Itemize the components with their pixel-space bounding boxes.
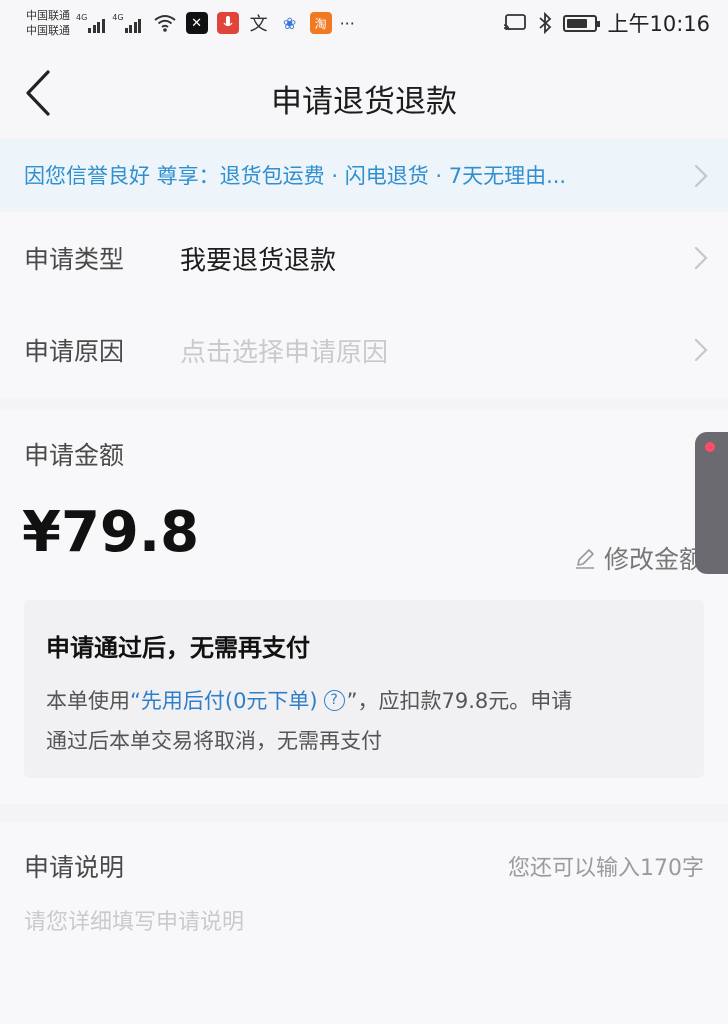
- description-textarea[interactable]: 请您详细填写申请说明: [24, 904, 704, 944]
- payment-notice-box: 申请通过后，无需再支付 本单使用“先用后付(0元下单)? ”，应扣款79.8元。申…: [24, 600, 704, 778]
- request-type-label: 申请类型: [24, 245, 125, 274]
- description-char-counter: 您还可以输入170字: [508, 856, 704, 881]
- chevron-right-icon: [694, 246, 708, 270]
- promo-banner[interactable]: 因您信誉良好 尊享：退货包运费 · 闪电退货 · 7天无理由...: [0, 140, 728, 210]
- request-form-section: 申请类型 我要退货退款 申请原因 点击选择申请原因: [0, 212, 728, 398]
- request-type-value: 我要退货退款: [180, 245, 337, 276]
- battery-icon: [563, 14, 601, 32]
- status-bar: 中国联通 中国联通 4G 4G ✕ 文 ❀ 淘 ··· 上午10:16: [0, 0, 728, 46]
- floating-side-handle[interactable]: [695, 432, 728, 574]
- microphone-icon: [216, 12, 239, 34]
- network-tag-1: 4G: [76, 13, 88, 22]
- edit-amount-label: 修改金额: [603, 545, 704, 574]
- notice-body-suffix: ”，应扣款79.8元。申请: [346, 689, 573, 713]
- request-type-row[interactable]: 申请类型 我要退货退款: [0, 212, 728, 304]
- navigation-bar: 申请退货退款: [0, 46, 728, 138]
- chevron-right-icon: [694, 164, 708, 188]
- status-time: 上午10:16: [607, 12, 710, 36]
- signal-icon-2: 4G: [112, 13, 142, 33]
- translate-icon: 文: [249, 14, 268, 35]
- chevron-right-icon: [694, 338, 708, 362]
- carrier-labels: 中国联通 中国联通: [26, 8, 70, 38]
- cast-icon: [504, 14, 527, 31]
- taobao-app-icon: 淘: [309, 12, 332, 34]
- edit-amount-button[interactable]: 修改金额: [574, 540, 704, 576]
- refund-amount-label: 申请金额: [24, 441, 125, 470]
- capcut-app-icon: ✕: [185, 12, 208, 34]
- promo-text: 因您信誉良好 尊享：退货包运费 · 闪电退货 · 7天无理由...: [24, 164, 567, 188]
- notification-dot: [705, 442, 715, 452]
- help-question-icon[interactable]: ?: [323, 689, 345, 711]
- more-notifications-icon: ···: [339, 13, 355, 33]
- notice-body: 本单使用“先用后付(0元下单)? ”，应扣款79.8元。申请 通过后本单交易将取消…: [46, 681, 682, 761]
- network-tag-2: 4G: [112, 13, 124, 22]
- notice-body-line2: 通过后本单交易将取消，无需再支付: [46, 729, 382, 753]
- refund-amount-section: 申请金额 ¥79.8 修改金额 申请通过后，无需再支付 本单使用“先用后付(0元…: [0, 410, 728, 804]
- pay-later-link[interactable]: “先用后付(0元下单): [130, 689, 318, 713]
- carrier-1: 中国联通: [26, 9, 70, 22]
- carrier-2: 中国联通: [26, 24, 70, 37]
- description-label: 申请说明: [24, 853, 125, 882]
- wifi-icon: [153, 15, 176, 32]
- description-section: 申请说明 您还可以输入170字 请您详细填写申请说明: [0, 822, 728, 1024]
- signal-icon-1: 4G: [76, 13, 106, 33]
- page-title: 申请退货退款: [271, 84, 457, 120]
- request-reason-placeholder: 点击选择申请原因: [180, 337, 389, 368]
- paw-app-icon: ❀: [282, 13, 297, 33]
- refund-amount-value: ¥79.8: [22, 500, 200, 565]
- battery-level: [567, 18, 587, 28]
- request-reason-row[interactable]: 申请原因 点击选择申请原因: [0, 304, 728, 396]
- request-reason-label: 申请原因: [24, 337, 125, 366]
- notice-title: 申请通过后，无需再支付: [46, 634, 310, 662]
- bluetooth-icon: [539, 12, 552, 34]
- pencil-icon: [575, 549, 594, 569]
- notice-body-prefix: 本单使用: [46, 689, 130, 713]
